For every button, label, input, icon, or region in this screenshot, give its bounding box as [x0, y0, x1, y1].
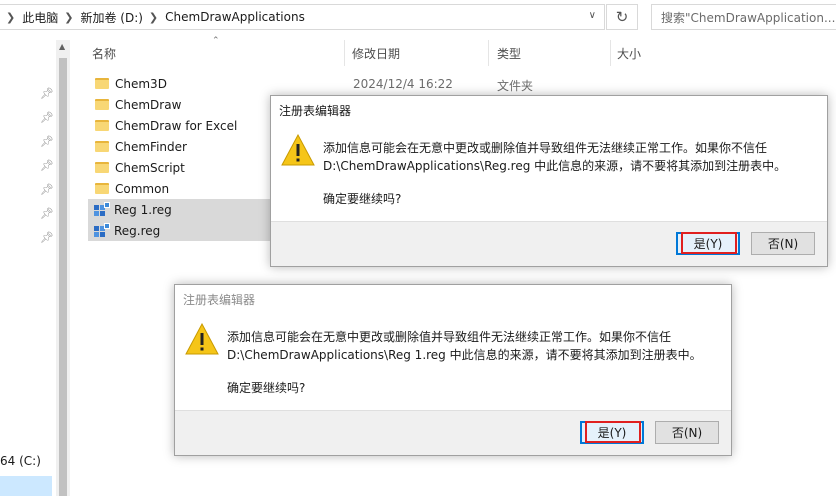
file-row-selected[interactable]: Reg 1.reg [88, 199, 278, 220]
column-header-type[interactable]: 类型 [497, 44, 521, 64]
file-name: Common [115, 181, 170, 196]
nav-scrollbar[interactable]: ▲ [56, 40, 70, 496]
chevron-down-icon[interactable]: ∨ [589, 10, 596, 21]
file-row[interactable]: ChemDraw [88, 94, 278, 115]
dialog-footer: 是(Y) 否(N) [175, 410, 731, 455]
file-row[interactable]: ChemDraw for Excel [88, 115, 278, 136]
search-input[interactable]: 搜索"ChemDrawApplication... [651, 4, 836, 30]
warning-icon [185, 323, 219, 355]
breadcrumb-this-pc[interactable]: 此电脑 [22, 9, 58, 26]
file-row[interactable]: ChemScript [88, 157, 278, 178]
scrollbar-thumb[interactable] [59, 58, 67, 496]
dialog-question: 确定要继续吗? [323, 192, 402, 206]
folder-icon [95, 78, 109, 89]
file-name: ChemScript [115, 160, 185, 175]
column-divider[interactable] [344, 40, 345, 66]
breadcrumb-folder[interactable]: ChemDrawApplications [165, 10, 305, 24]
crumb-chevron-icon[interactable]: ❯ [64, 11, 73, 24]
folder-icon [95, 120, 109, 131]
pin-icon[interactable]: 📌︎ [40, 232, 54, 244]
pin-icon[interactable]: 📌︎ [40, 184, 54, 196]
folder-icon [95, 162, 109, 173]
file-row[interactable]: ChemFinder [88, 136, 278, 157]
pin-icon[interactable]: 📌︎ [40, 160, 54, 172]
dialog-message-line: D:\ChemDrawApplications\Reg.reg 中此信息的来源，… [323, 159, 787, 173]
registry-editor-dialog: 注册表编辑器 添加信息可能会在无意中更改或删除值并导致组件无法继续正常工作。如果… [174, 284, 732, 456]
column-divider[interactable] [488, 40, 489, 66]
scroll-up-icon[interactable]: ▲ [59, 42, 65, 51]
highlight-box [585, 421, 641, 443]
column-header-name[interactable]: 名称 [92, 44, 116, 64]
registry-file-icon [94, 201, 110, 217]
dialog-message-line: 添加信息可能会在无意中更改或删除值并导致组件无法继续正常工作。如果你不信任 [323, 141, 768, 155]
refresh-icon: ↻ [615, 8, 629, 26]
pin-icon[interactable]: 📌︎ [40, 208, 54, 220]
column-divider[interactable] [610, 40, 611, 66]
registry-file-icon [94, 222, 110, 238]
folder-icon [95, 141, 109, 152]
file-name: Reg.reg [114, 223, 161, 238]
dialog-question: 确定要继续吗? [227, 381, 306, 395]
column-header-size[interactable]: 大小 [617, 44, 641, 64]
warning-icon [281, 134, 315, 166]
sort-ascending-icon: ⌃ [212, 36, 220, 46]
navigation-pane: 📌︎ 📌︎ 📌︎ 📌︎ 📌︎ 📌︎ 📌︎ 64 (C:) ▲ [0, 36, 72, 496]
dialog-title: 注册表编辑器 [183, 293, 256, 307]
crumb-chevron-icon[interactable]: ❯ [149, 11, 158, 24]
crumb-chevron-icon[interactable]: ❯ [6, 11, 15, 24]
dialog-title: 注册表编辑器 [279, 104, 352, 118]
file-name: ChemDraw [115, 97, 182, 112]
file-row[interactable]: Chem3D [88, 73, 278, 94]
address-bar[interactable]: ❯ 此电脑 ❯ 新加卷 (D:) ❯ ChemDrawApplications … [0, 4, 605, 30]
dialog-message-line: 添加信息可能会在无意中更改或删除值并导致组件无法继续正常工作。如果你不信任 [227, 330, 672, 344]
dialog-footer: 是(Y) 否(N) [271, 221, 827, 266]
file-name: ChemDraw for Excel [115, 118, 238, 133]
folder-icon [95, 99, 109, 110]
file-name: Reg 1.reg [114, 202, 172, 217]
highlight-box [681, 232, 737, 254]
column-header-modified[interactable]: 修改日期 [352, 44, 400, 64]
registry-editor-dialog: 注册表编辑器 添加信息可能会在无意中更改或删除值并导致组件无法继续正常工作。如果… [270, 95, 828, 267]
no-button[interactable]: 否(N) [751, 232, 815, 255]
refresh-button[interactable]: ↻ [606, 4, 638, 30]
pin-icon[interactable]: 📌︎ [40, 112, 54, 124]
file-row-selected[interactable]: Reg.reg [88, 220, 278, 241]
pin-icon[interactable]: 📌︎ [40, 88, 54, 100]
breadcrumb-drive-d[interactable]: 新加卷 (D:) [80, 9, 142, 26]
address-bar-region: ❯ 此电脑 ❯ 新加卷 (D:) ❯ ChemDrawApplications … [0, 0, 836, 36]
file-name: Chem3D [115, 76, 167, 91]
folder-icon [95, 183, 109, 194]
no-button[interactable]: 否(N) [655, 421, 719, 444]
file-row[interactable]: Common [88, 178, 278, 199]
nav-item-drive-c[interactable]: 64 (C:) [0, 454, 41, 468]
file-type: 文件夹 [497, 79, 534, 93]
pin-icon[interactable]: 📌︎ [40, 136, 54, 148]
file-name: ChemFinder [115, 139, 187, 154]
file-modified: 2024/12/4 16:22 [353, 77, 453, 91]
nav-item-selected[interactable] [0, 476, 52, 496]
dialog-message-line: D:\ChemDrawApplications\Reg 1.reg 中此信息的来… [227, 348, 702, 362]
